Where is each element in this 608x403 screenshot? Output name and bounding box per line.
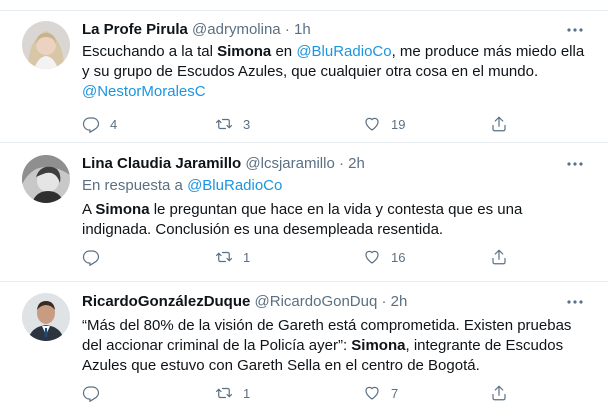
timestamp[interactable]: 2h [391, 293, 408, 310]
text-segment: A [82, 201, 96, 218]
like-count: 7 [391, 385, 399, 401]
top-divider [0, 0, 608, 11]
share-icon [492, 116, 506, 132]
retweet-button[interactable]: 1 [215, 383, 250, 403]
more-options-icon[interactable] [566, 154, 584, 174]
share-icon [492, 385, 506, 401]
tweet-text: Escuchando a la tal Simona en @BluRadioC… [82, 42, 588, 102]
tweet-1[interactable]: La Profe Pirula @adrymolina · 1h Escucha… [0, 11, 608, 143]
tweet-header: Lina Claudia Jaramillo @lcsjaramillo · 2… [82, 154, 588, 174]
more-options-icon[interactable] [566, 292, 584, 312]
text-segment: Escuchando a la tal [82, 43, 218, 60]
reply-button[interactable] [82, 247, 110, 267]
retweet-icon [215, 118, 233, 130]
tweet-header: RicardoGonzálezDuque @RicardoGonDuq · 2h [82, 292, 588, 312]
avatar[interactable] [22, 155, 70, 203]
author-name[interactable]: RicardoGonzálezDuque [82, 293, 250, 310]
share-button[interactable] [490, 383, 508, 403]
author-name[interactable]: Lina Claudia Jaramillo [82, 155, 241, 172]
tweet-3[interactable]: RicardoGonzálezDuque @RicardoGonDuq · 2h… [0, 282, 608, 403]
tweet-actions: 1 7 [82, 383, 522, 403]
separator-dot: · [381, 293, 387, 310]
reply-icon [82, 117, 100, 133]
text-segment: en [271, 43, 297, 60]
text-bold: Simona [351, 337, 406, 354]
tweet-actions: 1 16 [82, 247, 522, 267]
tweet-text: “Más del 80% de la visión de Gareth está… [82, 316, 588, 376]
more-options-icon[interactable] [566, 20, 584, 40]
timestamp[interactable]: 2h [348, 155, 365, 172]
text-bold: Simona [95, 201, 150, 218]
reply-button[interactable] [82, 383, 110, 403]
author-name[interactable]: La Profe Pirula [82, 21, 188, 38]
tweet-header: La Profe Pirula @adrymolina · 1h [82, 20, 588, 40]
reply-count: 4 [110, 116, 118, 132]
share-button[interactable] [490, 247, 508, 267]
share-button[interactable] [490, 114, 508, 134]
tweet-2[interactable]: Lina Claudia Jaramillo @lcsjaramillo · 2… [0, 143, 608, 282]
like-count: 16 [391, 249, 406, 265]
heart-icon [365, 117, 379, 131]
retweet-count: 1 [243, 249, 251, 265]
heart-icon [365, 250, 379, 264]
retweet-button[interactable]: 1 [215, 247, 250, 267]
woman-blonde-avatar-icon [22, 21, 70, 69]
mention-link[interactable]: @BluRadioCo [296, 43, 391, 60]
separator-dot: · [338, 155, 344, 172]
tweet-text: A Simona le preguntan que hace en la vid… [82, 200, 588, 240]
like-button[interactable]: 16 [363, 247, 405, 267]
mention-link[interactable]: @NestorMoralesC [82, 83, 206, 100]
author-handle[interactable]: @RicardoGonDuq [255, 293, 378, 310]
timestamp[interactable]: 1h [294, 21, 311, 38]
separator-dot: · [284, 21, 290, 38]
like-button[interactable]: 19 [363, 114, 405, 134]
man-suit-avatar-icon [22, 293, 70, 341]
retweet-icon [215, 251, 233, 263]
like-count: 19 [391, 116, 406, 132]
heart-icon [365, 386, 379, 400]
author-handle[interactable]: @lcsjaramillo [245, 155, 334, 172]
tweet-actions: 4 3 19 [82, 114, 522, 134]
text-bold: Simona [217, 43, 272, 60]
avatar[interactable] [22, 21, 70, 69]
retweet-icon [215, 387, 233, 399]
author-handle[interactable]: @adrymolina [192, 21, 281, 38]
reply-prefix: En respuesta a [82, 177, 188, 194]
reply-context: En respuesta a @BluRadioCo [82, 176, 588, 196]
like-button[interactable]: 7 [363, 383, 398, 403]
share-icon [492, 249, 506, 265]
reply-icon [82, 386, 100, 402]
reply-to-link[interactable]: @BluRadioCo [187, 177, 282, 194]
avatar[interactable] [22, 293, 70, 341]
grayscale-woman-avatar-icon [22, 155, 70, 203]
retweet-count: 1 [243, 385, 251, 401]
reply-button[interactable]: 4 [82, 114, 117, 134]
retweet-button[interactable]: 3 [215, 114, 250, 134]
retweet-count: 3 [243, 116, 251, 132]
reply-icon [82, 250, 100, 266]
